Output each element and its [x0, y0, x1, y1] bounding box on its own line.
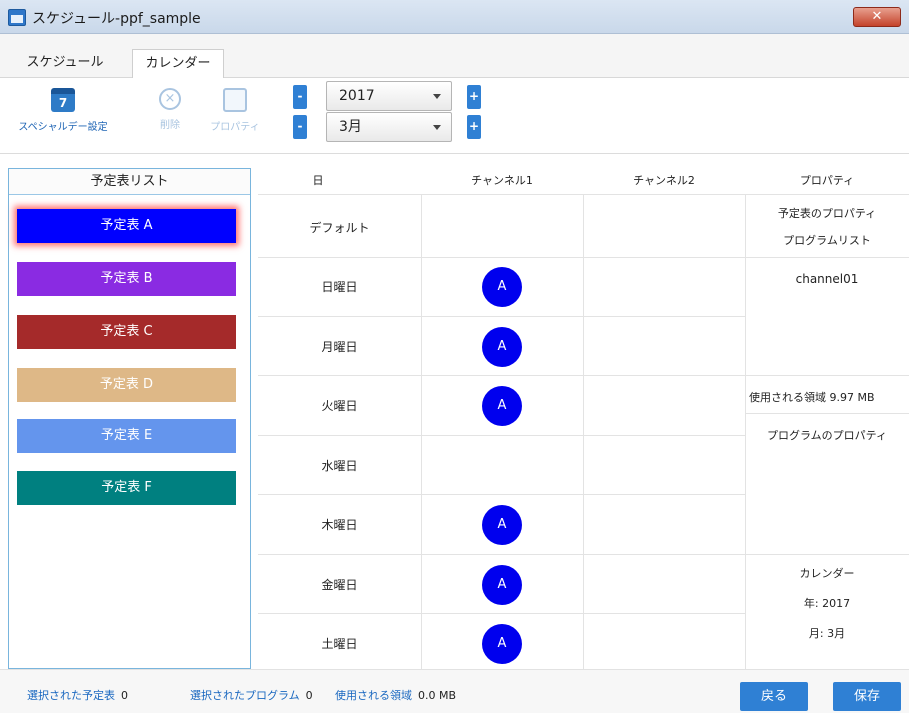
program-properties-label: プログラムのプロパティ	[766, 429, 887, 442]
year-select[interactable]: 2017	[326, 81, 452, 111]
day-label-friday: 金曜日	[321, 578, 358, 592]
calendar-label: カレンダー	[799, 567, 855, 580]
plan-list-header: 予定表リスト	[9, 169, 250, 195]
row-divider	[258, 554, 745, 555]
year-decrement-button[interactable]: -	[293, 85, 307, 109]
column-header-properties: プロパティ	[799, 174, 855, 187]
row-divider	[258, 613, 745, 614]
schedule-badge-sunday[interactable]: A	[482, 267, 522, 307]
status-bar: 選択された予定表 0 選択されたプログラム 0 使用される領域 0.0 MB 戻る 保…	[0, 669, 909, 713]
plan-item-d[interactable]: 予定表 D	[17, 368, 236, 402]
tab-schedule[interactable]: スケジュール	[10, 49, 120, 78]
tab-bar: スケジュール カレンダー	[0, 34, 909, 78]
plan-item-f[interactable]: 予定表 F	[17, 471, 236, 505]
row-divider	[258, 375, 745, 376]
schedule-badge-thursday[interactable]: A	[482, 505, 522, 545]
column-divider	[421, 195, 422, 669]
month-value: 3月	[339, 119, 362, 135]
calendar-month: 月: 3月	[808, 627, 846, 640]
property-divider	[745, 257, 909, 258]
row-divider	[258, 435, 745, 436]
plan-item-c[interactable]: 予定表 C	[17, 315, 236, 349]
used-area-status: 使用される領域 0.0 MB	[335, 687, 456, 703]
day-label-sunday: 日曜日	[321, 280, 358, 294]
channel-list-item[interactable]: channel01	[745, 272, 909, 286]
month-select[interactable]: 3月	[326, 112, 452, 142]
back-button[interactable]: 戻る	[740, 682, 808, 711]
used-area-text: 使用される領域 9.97 MB	[749, 391, 875, 404]
day-label-tuesday: 火曜日	[321, 399, 358, 413]
schedule-badge-saturday[interactable]: A	[482, 624, 522, 664]
program-list-label: プログラムリスト	[783, 234, 871, 247]
day-label-saturday: 土曜日	[321, 637, 358, 651]
properties-button[interactable]: プロパティ	[205, 88, 265, 133]
save-button[interactable]: 保存	[833, 682, 901, 711]
calendar-icon: 7	[51, 88, 75, 112]
properties-icon	[223, 88, 247, 112]
selected-plan-label: 選択された予定表	[27, 689, 115, 702]
delete-icon: ×	[159, 88, 181, 110]
plan-item-a[interactable]: 予定表 A	[17, 209, 236, 243]
calendar-app-icon	[8, 9, 26, 26]
delete-button[interactable]: × 削除	[150, 88, 190, 131]
delete-label: 削除	[160, 120, 180, 131]
property-divider	[745, 375, 909, 376]
column-header-day: 日	[312, 174, 324, 187]
day-label-default: デフォルト	[309, 221, 370, 235]
row-divider	[258, 257, 745, 258]
row-divider	[258, 316, 745, 317]
schedule-badge-monday[interactable]: A	[482, 327, 522, 367]
day-label-thursday: 木曜日	[321, 518, 358, 532]
calendar-year: 年: 2017	[803, 597, 851, 610]
property-divider	[745, 413, 909, 414]
year-increment-button[interactable]: +	[467, 85, 481, 109]
column-header-channel1: チャンネル1	[471, 174, 533, 187]
window-title: スケジュール-ppf_sample	[32, 11, 201, 27]
selected-plan-status: 選択された予定表 0	[27, 687, 128, 703]
tab-calendar[interactable]: カレンダー	[132, 49, 224, 78]
selected-plan-value: 0	[121, 689, 128, 702]
day-label-wednesday: 水曜日	[321, 459, 358, 473]
used-area-value: 0.0 MB	[418, 689, 457, 702]
special-day-button[interactable]: 7 スペシャルデー設定	[8, 88, 118, 133]
selected-program-status: 選択されたプログラム 0	[190, 687, 313, 703]
plan-item-b[interactable]: 予定表 B	[17, 262, 236, 296]
chevron-down-icon	[433, 125, 441, 130]
row-divider	[258, 494, 745, 495]
title-bar: スケジュール-ppf_sample ✕	[0, 0, 909, 34]
used-area-label: 使用される領域	[335, 689, 412, 702]
plan-item-e[interactable]: 予定表 E	[17, 419, 236, 453]
toolbar: 7 スペシャルデー設定 × 削除 プロパティ - 2017 + - 3月 +	[0, 78, 909, 154]
month-decrement-button[interactable]: -	[293, 115, 307, 139]
chevron-down-icon	[433, 94, 441, 99]
property-divider	[745, 554, 909, 555]
column-divider	[583, 195, 584, 669]
selected-program-label: 選択されたプログラム	[190, 689, 300, 702]
selected-program-value: 0	[305, 689, 313, 702]
plan-list-panel: 予定表リスト 予定表 A 予定表 B 予定表 C 予定表 D 予定表 E 予定表…	[8, 168, 251, 669]
plan-properties-label: 予定表のプロパティ	[777, 207, 877, 220]
schedule-badge-tuesday[interactable]: A	[482, 386, 522, 426]
calendar-grid: 日 チャンネル1 チャンネル2 プロパティ デフォルト 日曜日 月曜日 火曜日 …	[258, 168, 909, 669]
special-day-label: スペシャルデー設定	[18, 122, 108, 133]
year-value: 2017	[339, 88, 375, 104]
column-header-channel2: チャンネル2	[633, 174, 695, 187]
day-label-monday: 月曜日	[321, 340, 358, 354]
properties-label: プロパティ	[210, 122, 260, 133]
schedule-badge-friday[interactable]: A	[482, 565, 522, 605]
grid-header: 日 チャンネル1 チャンネル2 プロパティ	[258, 168, 909, 195]
close-button[interactable]: ✕	[853, 7, 901, 27]
month-increment-button[interactable]: +	[467, 115, 481, 139]
